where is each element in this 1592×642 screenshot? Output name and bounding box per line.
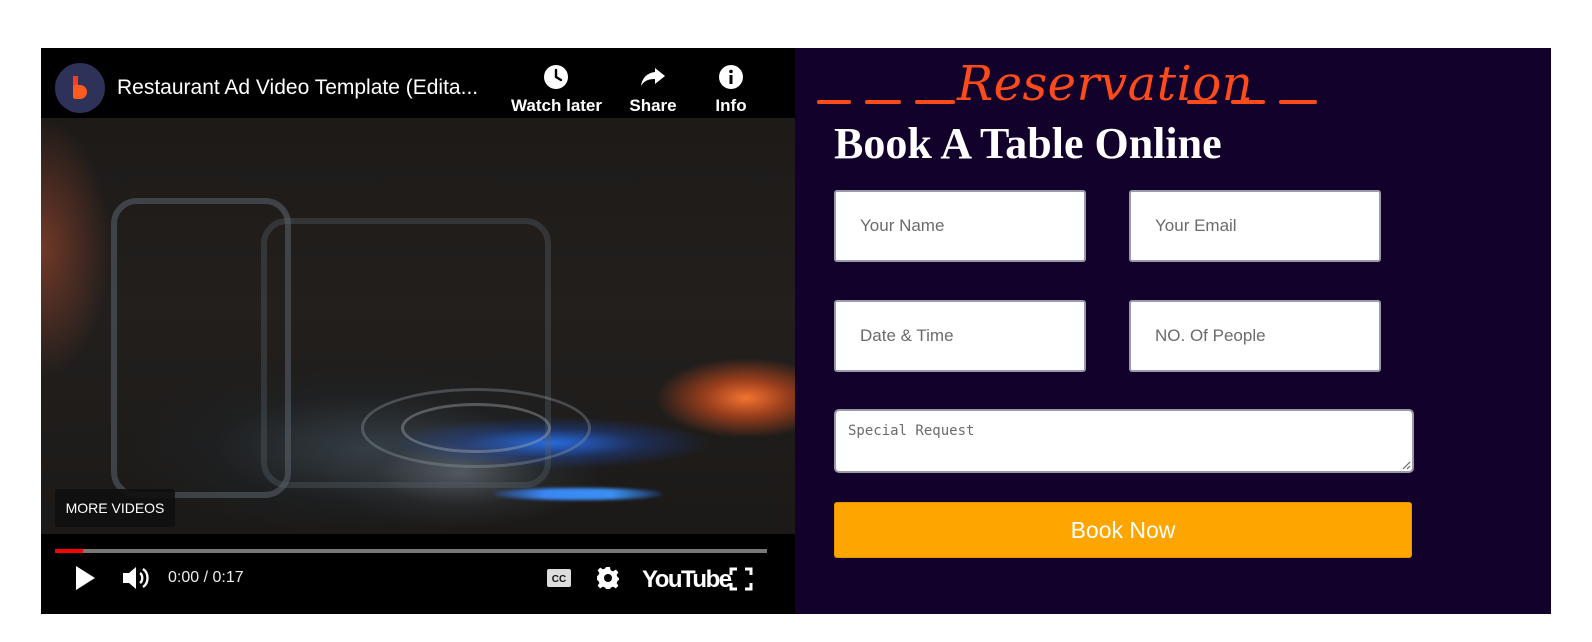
info-button[interactable]: Info [709, 64, 753, 116]
kicker-dash [1279, 100, 1317, 104]
gas-flame [493, 488, 663, 500]
captions-icon[interactable]: CC [546, 568, 572, 588]
kicker-dash [915, 100, 955, 104]
kicker-dash [865, 100, 901, 104]
kicker-dash [1231, 100, 1265, 104]
share-button[interactable]: Share [625, 64, 681, 116]
volume-icon[interactable] [121, 564, 151, 592]
progress-bar[interactable] [55, 549, 767, 553]
resize-grip-icon[interactable] [1401, 460, 1411, 470]
info-label: Info [715, 96, 747, 115]
player-controls: 0:00 / 0:17 CC YouTube [41, 534, 795, 614]
video-header: Restaurant Ad Video Template (Edita... W… [41, 48, 795, 118]
share-arrow-icon [641, 68, 665, 86]
reservation-panel: Reservation Book A Table Online Book Now [795, 48, 1551, 614]
share-label: Share [629, 96, 677, 115]
video-player[interactable]: Restaurant Ad Video Template (Edita... W… [41, 48, 795, 614]
settings-icon[interactable] [596, 566, 620, 590]
progress-played [55, 549, 84, 553]
more-videos-button[interactable]: MORE VIDEOS [55, 489, 175, 527]
reservation-kicker: Reservation [817, 52, 1357, 122]
watch-later-button[interactable]: Watch later [511, 64, 603, 116]
people-count-field[interactable] [1129, 300, 1381, 372]
play-icon[interactable] [74, 565, 96, 591]
youtube-logo[interactable]: YouTube [642, 566, 732, 594]
kicker-dash [1187, 100, 1217, 104]
page-title: Book A Table Online [834, 119, 1222, 168]
video-title[interactable]: Restaurant Ad Video Template (Edita... [117, 76, 502, 100]
watch-later-label: Watch later [511, 96, 603, 115]
book-now-button[interactable]: Book Now [834, 502, 1412, 558]
email-field[interactable] [1129, 190, 1381, 262]
time-display: 0:00 / 0:17 [168, 569, 244, 586]
fullscreen-icon[interactable] [729, 567, 753, 591]
datetime-field[interactable] [834, 300, 1086, 372]
name-field[interactable] [834, 190, 1086, 262]
info-icon [719, 65, 743, 89]
burner-ring-inner [401, 403, 551, 453]
channel-avatar[interactable] [55, 63, 105, 113]
bubble-b-logo-bowl [73, 85, 87, 99]
kicker-dash [817, 100, 851, 104]
svg-text:CC: CC [552, 574, 566, 585]
clock-icon [544, 65, 568, 89]
special-request-field[interactable] [834, 409, 1414, 473]
